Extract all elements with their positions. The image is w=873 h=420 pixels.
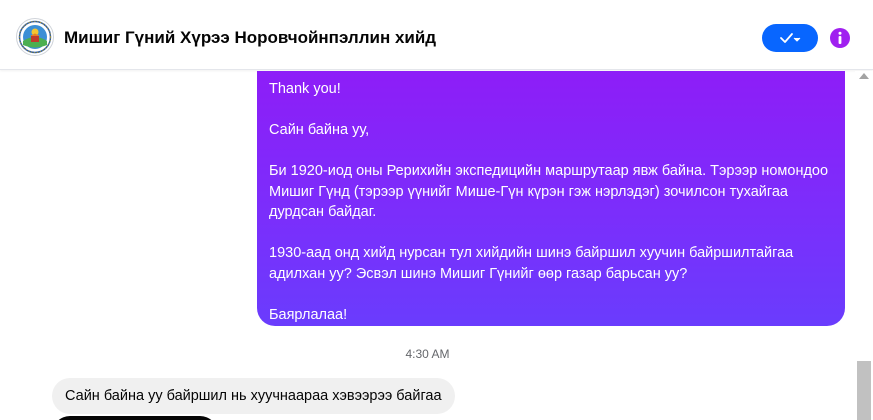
scroll-up-arrow-icon[interactable]: [859, 73, 869, 79]
status-toggle-button[interactable]: [762, 24, 818, 52]
message-timestamp: 4:30 AM: [405, 347, 450, 361]
message-line: 1930-аад онд хийд нурсан тул хийдийн шин…: [269, 245, 794, 282]
monastery-avatar[interactable]: [16, 18, 54, 56]
message-line: Thank you!: [269, 81, 341, 97]
message-line-gap: [269, 223, 833, 244]
info-icon: [830, 28, 850, 48]
message-line-gap: [269, 141, 833, 162]
message-line: Баярлалаа!: [269, 306, 348, 323]
scrollbar-thumb[interactable]: [857, 361, 871, 420]
message-line-gap: [269, 100, 833, 121]
scrollbar[interactable]: [855, 71, 873, 420]
monastery-logo-icon: [18, 20, 52, 54]
message-line: Сайн байна уу,: [269, 122, 370, 138]
incoming-message-bubble-partial[interactable]: [52, 416, 218, 420]
chat-title[interactable]: Мишиг Гүний Хүрээ Норовчойнпэллин хийд: [64, 28, 436, 48]
check-chevron-icon: [780, 33, 801, 43]
message-list[interactable]: Thank you! Сайн байна уу, Би 1920-иод он…: [0, 71, 873, 420]
incoming-message-bubble[interactable]: Сайн байна уу байршил нь хуучнаараа хэвэ…: [52, 378, 455, 414]
chat-header: Мишиг Гүний Хүрээ Норовчойнпэллин хийд: [0, 0, 873, 70]
message-line: Би 1920-иод оны Рерихийн экспедицийн мар…: [269, 163, 829, 220]
message-line-gap: [269, 284, 833, 305]
conversation-info-button[interactable]: [829, 27, 851, 49]
outgoing-message-bubble[interactable]: Thank you! Сайн байна уу, Би 1920-иод он…: [257, 71, 845, 326]
